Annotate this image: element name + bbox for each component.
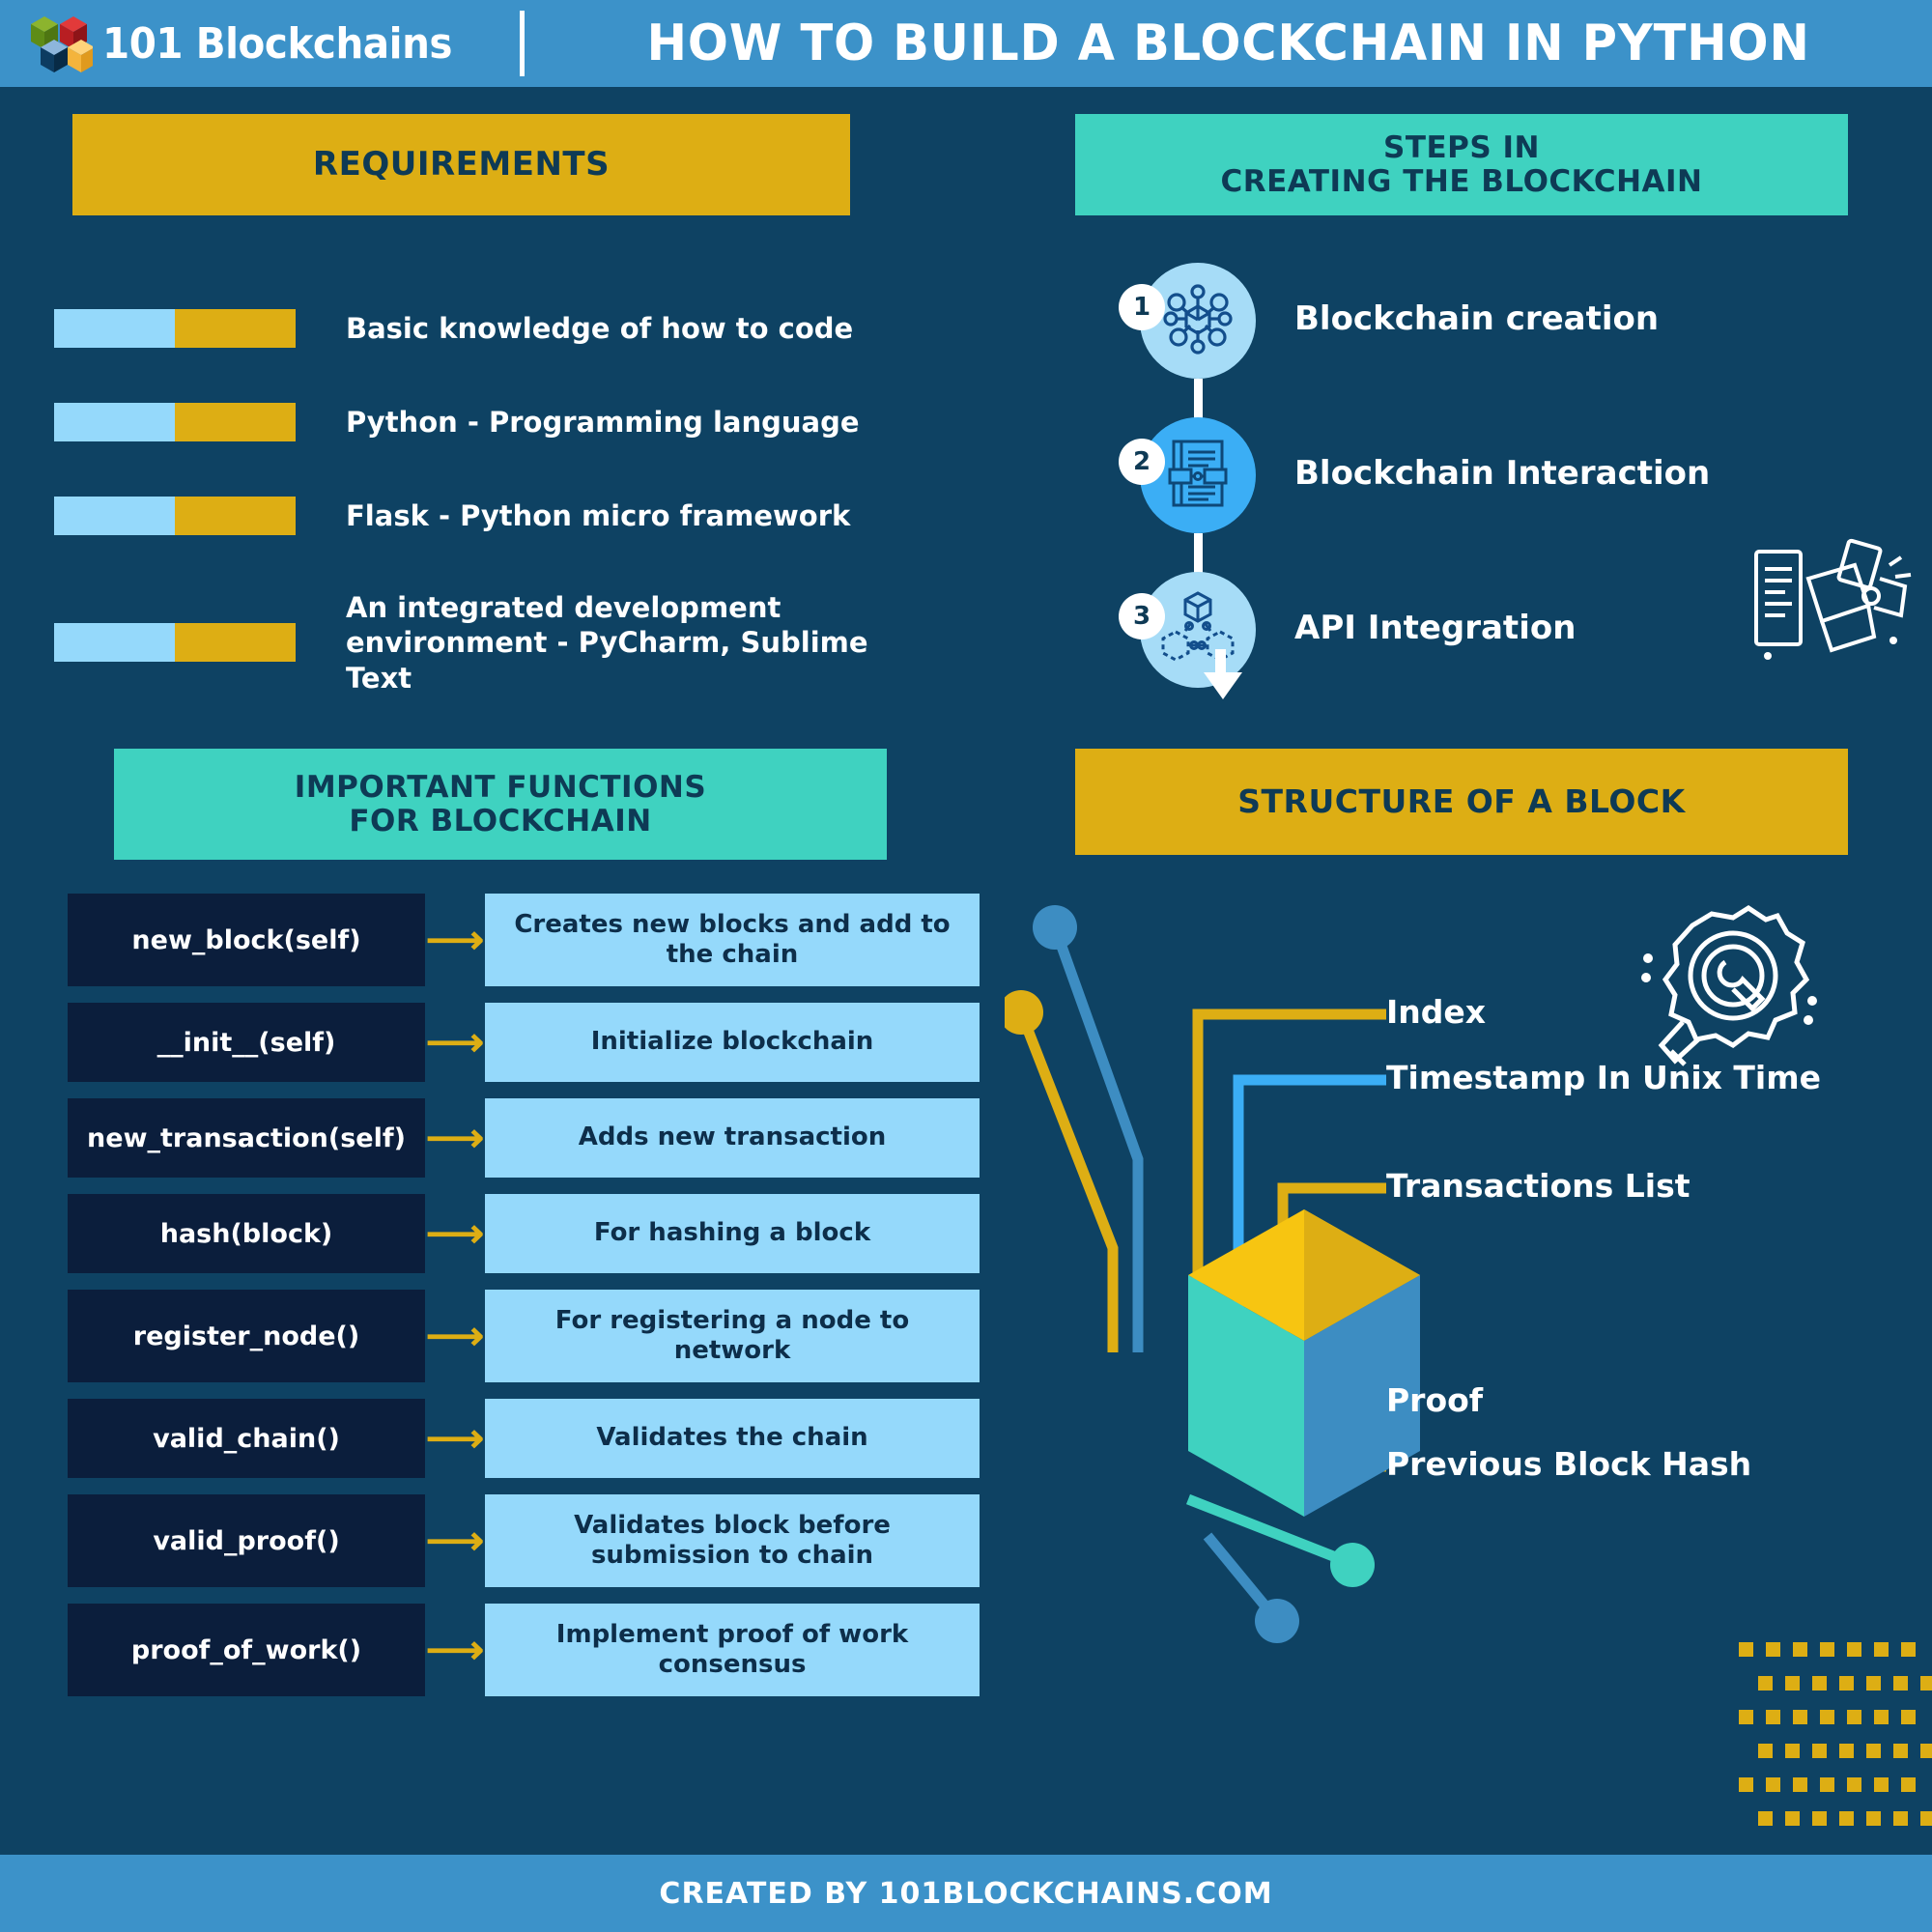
steps-banner: STEPS IN CREATING THE BLOCKCHAIN	[1075, 114, 1848, 215]
arrow-right-icon: ⟶	[425, 1019, 485, 1065]
requirement-item: Basic knowledge of how to code	[54, 309, 923, 348]
function-name: hash(block)	[68, 1194, 425, 1273]
step-label: Blockchain creation	[1294, 299, 1660, 338]
step-item-1: 1 Blockchain creation	[1119, 263, 1874, 423]
function-row: register_node() ⟶ For registering a node…	[0, 1290, 1005, 1382]
requirements-list: Basic knowledge of how to code Python - …	[54, 309, 923, 751]
block-field-timestamp: Timestamp In Unix Time	[1386, 1059, 1821, 1096]
function-row: new_transaction(self) ⟶ Adds new transac…	[0, 1098, 1005, 1178]
function-name: valid_proof()	[68, 1494, 425, 1587]
dot-grid-decoration	[1739, 1642, 1932, 1840]
steps-down-arrow-icon	[1194, 649, 1252, 712]
functions-banner: IMPORTANT FUNCTIONS FOR BLOCKCHAIN	[114, 749, 887, 860]
step-label: API Integration	[1294, 609, 1577, 647]
isometric-block-cube	[1188, 1209, 1420, 1517]
arrow-right-icon: ⟶	[425, 1115, 485, 1160]
connector-dot	[1255, 1599, 1299, 1643]
function-name: proof_of_work()	[68, 1604, 425, 1696]
steps-banner-line2: CREATING THE BLOCKCHAIN	[1220, 163, 1703, 199]
requirement-bar	[54, 403, 296, 441]
function-description: Implement proof of work consensus	[485, 1604, 980, 1696]
requirements-banner: REQUIREMENTS	[72, 114, 850, 215]
function-description: Adds new transaction	[485, 1098, 980, 1178]
step-number: 1	[1119, 284, 1165, 330]
infographic-page: 101 Blockchains HOW TO BUILD A BLOCKCHAI…	[0, 0, 1932, 1932]
steps-banner-line1: STEPS IN	[1383, 129, 1540, 165]
structure-banner: STRUCTURE OF A BLOCK	[1075, 749, 1848, 855]
functions-banner-line2: FOR BLOCKCHAIN	[349, 803, 652, 838]
function-row: valid_chain() ⟶ Validates the chain	[0, 1399, 1005, 1478]
function-row: __init__(self) ⟶ Initialize blockchain	[0, 1003, 1005, 1082]
function-name: register_node()	[68, 1290, 425, 1382]
block-field-proof: Proof	[1386, 1381, 1484, 1419]
arrow-right-icon: ⟶	[425, 1415, 485, 1461]
function-description: For hashing a block	[485, 1194, 980, 1273]
function-description: Validates the chain	[485, 1399, 980, 1478]
connector-dot	[1033, 905, 1077, 950]
function-name: new_block(self)	[68, 894, 425, 986]
requirement-bar	[54, 309, 296, 348]
step-label: Blockchain Interaction	[1294, 454, 1711, 493]
header-divider	[519, 11, 525, 76]
blockchain-cubes-logo-icon	[27, 11, 95, 76]
functions-list: new_block(self) ⟶ Creates new blocks and…	[0, 894, 1005, 1713]
arrow-right-icon: ⟶	[425, 1627, 485, 1672]
crypto-wallet-icon	[1748, 536, 1918, 676]
block-field-index: Index	[1386, 993, 1487, 1031]
step-number: 2	[1119, 439, 1165, 485]
function-name: valid_chain()	[68, 1399, 425, 1478]
requirement-item: Flask - Python micro framework	[54, 497, 923, 535]
page-footer: CREATED BY 101BLOCKCHAINS.COM	[0, 1855, 1932, 1932]
requirement-label: Python - Programming language	[346, 405, 860, 439]
block-field-prevhash: Previous Block Hash	[1386, 1445, 1752, 1483]
function-row: proof_of_work() ⟶ Implement proof of wor…	[0, 1604, 1005, 1696]
brand-logo[interactable]: 101 Blockchains	[27, 11, 483, 76]
function-name: __init__(self)	[68, 1003, 425, 1082]
function-description: Initialize blockchain	[485, 1003, 980, 1082]
arrow-right-icon: ⟶	[425, 1210, 485, 1256]
requirement-label: Basic knowledge of how to code	[346, 311, 854, 345]
step-number: 3	[1119, 593, 1165, 639]
block-field-transactions: Transactions List	[1386, 1167, 1690, 1205]
brand-name: 101 Blockchains	[102, 18, 453, 69]
requirement-item: An integrated development environment - …	[54, 590, 923, 696]
function-row: valid_proof() ⟶ Validates block before s…	[0, 1494, 1005, 1587]
footer-text: CREATED BY 101BLOCKCHAINS.COM	[659, 1876, 1273, 1911]
function-row: hash(block) ⟶ For hashing a block	[0, 1194, 1005, 1273]
requirement-label: Flask - Python micro framework	[346, 498, 851, 532]
connector-dot	[1330, 1543, 1375, 1587]
function-row: new_block(self) ⟶ Creates new blocks and…	[0, 894, 1005, 986]
arrow-right-icon: ⟶	[425, 1518, 485, 1563]
functions-banner-line1: IMPORTANT FUNCTIONS	[294, 769, 707, 805]
function-description: Validates block before submission to cha…	[485, 1494, 980, 1587]
requirement-label: An integrated development environment - …	[346, 591, 868, 695]
function-description: Creates new blocks and add to the chain	[485, 894, 980, 986]
arrow-right-icon: ⟶	[425, 917, 485, 962]
page-title: HOW TO BUILD A BLOCKCHAIN IN PYTHON	[646, 14, 1810, 72]
page-header: 101 Blockchains HOW TO BUILD A BLOCKCHAI…	[0, 0, 1932, 87]
function-description: For registering a node to network	[485, 1290, 980, 1382]
connector-dot	[1005, 990, 1043, 1035]
document-blocks-icon	[1160, 436, 1236, 516]
connector-bottom-teal	[1185, 1493, 1353, 1569]
requirement-bar	[54, 623, 296, 663]
requirement-bar	[54, 497, 296, 535]
function-name: new_transaction(self)	[68, 1098, 425, 1178]
arrow-right-icon: ⟶	[425, 1313, 485, 1358]
network-cube-icon	[1158, 279, 1237, 363]
requirement-item: Python - Programming language	[54, 403, 923, 441]
